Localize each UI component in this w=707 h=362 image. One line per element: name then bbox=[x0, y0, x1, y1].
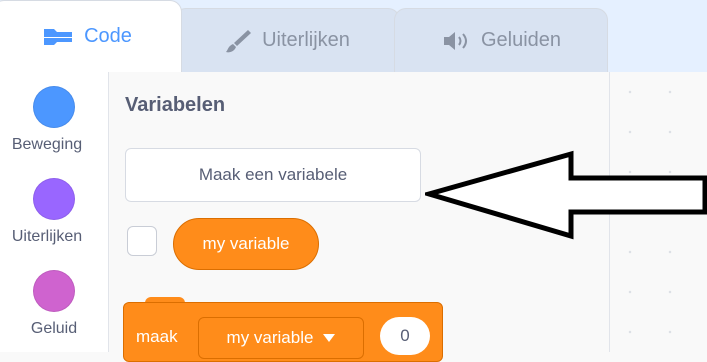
category-menu: Beweging Uiterlijken Geluid bbox=[0, 72, 109, 352]
category-looks[interactable]: Uiterlijken bbox=[0, 178, 108, 246]
tab-code-label: Code bbox=[84, 25, 132, 47]
speaker-icon bbox=[443, 31, 467, 50]
category-motion[interactable]: Beweging bbox=[0, 86, 108, 154]
tab-sounds[interactable]: Geluiden bbox=[394, 8, 608, 72]
motion-category-dot bbox=[33, 86, 75, 128]
category-looks-label: Uiterlijken bbox=[11, 228, 83, 245]
caret-down-icon bbox=[323, 334, 336, 342]
tab-code[interactable]: Code bbox=[0, 0, 182, 72]
code-blocks-icon bbox=[44, 28, 73, 45]
set-variable-block[interactable]: maak my variable 0 bbox=[123, 302, 443, 362]
tab-sounds-label: Geluiden bbox=[480, 29, 562, 51]
editor-tabbar: Code Uiterlijken Geluiden bbox=[0, 0, 707, 72]
section-title: Variabelen bbox=[125, 94, 226, 116]
sound-category-dot bbox=[33, 270, 75, 312]
paintbrush-icon bbox=[226, 29, 252, 52]
variable-reporter-block[interactable]: my variable bbox=[173, 218, 319, 270]
annotation-arrow-icon bbox=[425, 150, 707, 240]
looks-category-dot bbox=[33, 178, 75, 220]
make-variable-button[interactable]: Maak een variabele bbox=[125, 148, 421, 202]
variable-monitor-checkbox[interactable] bbox=[127, 226, 157, 256]
variable-dropdown-label: my variable bbox=[226, 328, 314, 347]
tab-costumes[interactable]: Uiterlijken bbox=[174, 8, 400, 72]
value-input[interactable]: 0 bbox=[380, 317, 430, 355]
variable-dropdown[interactable]: my variable bbox=[198, 317, 364, 359]
tab-costumes-label: Uiterlijken bbox=[262, 29, 350, 51]
variable-reporter-label: my variable bbox=[202, 234, 290, 253]
category-sound[interactable]: Geluid bbox=[0, 270, 108, 338]
set-block-keyword: maak bbox=[136, 327, 178, 346]
category-sound-label: Geluid bbox=[30, 320, 78, 337]
category-motion-label: Beweging bbox=[11, 136, 83, 153]
